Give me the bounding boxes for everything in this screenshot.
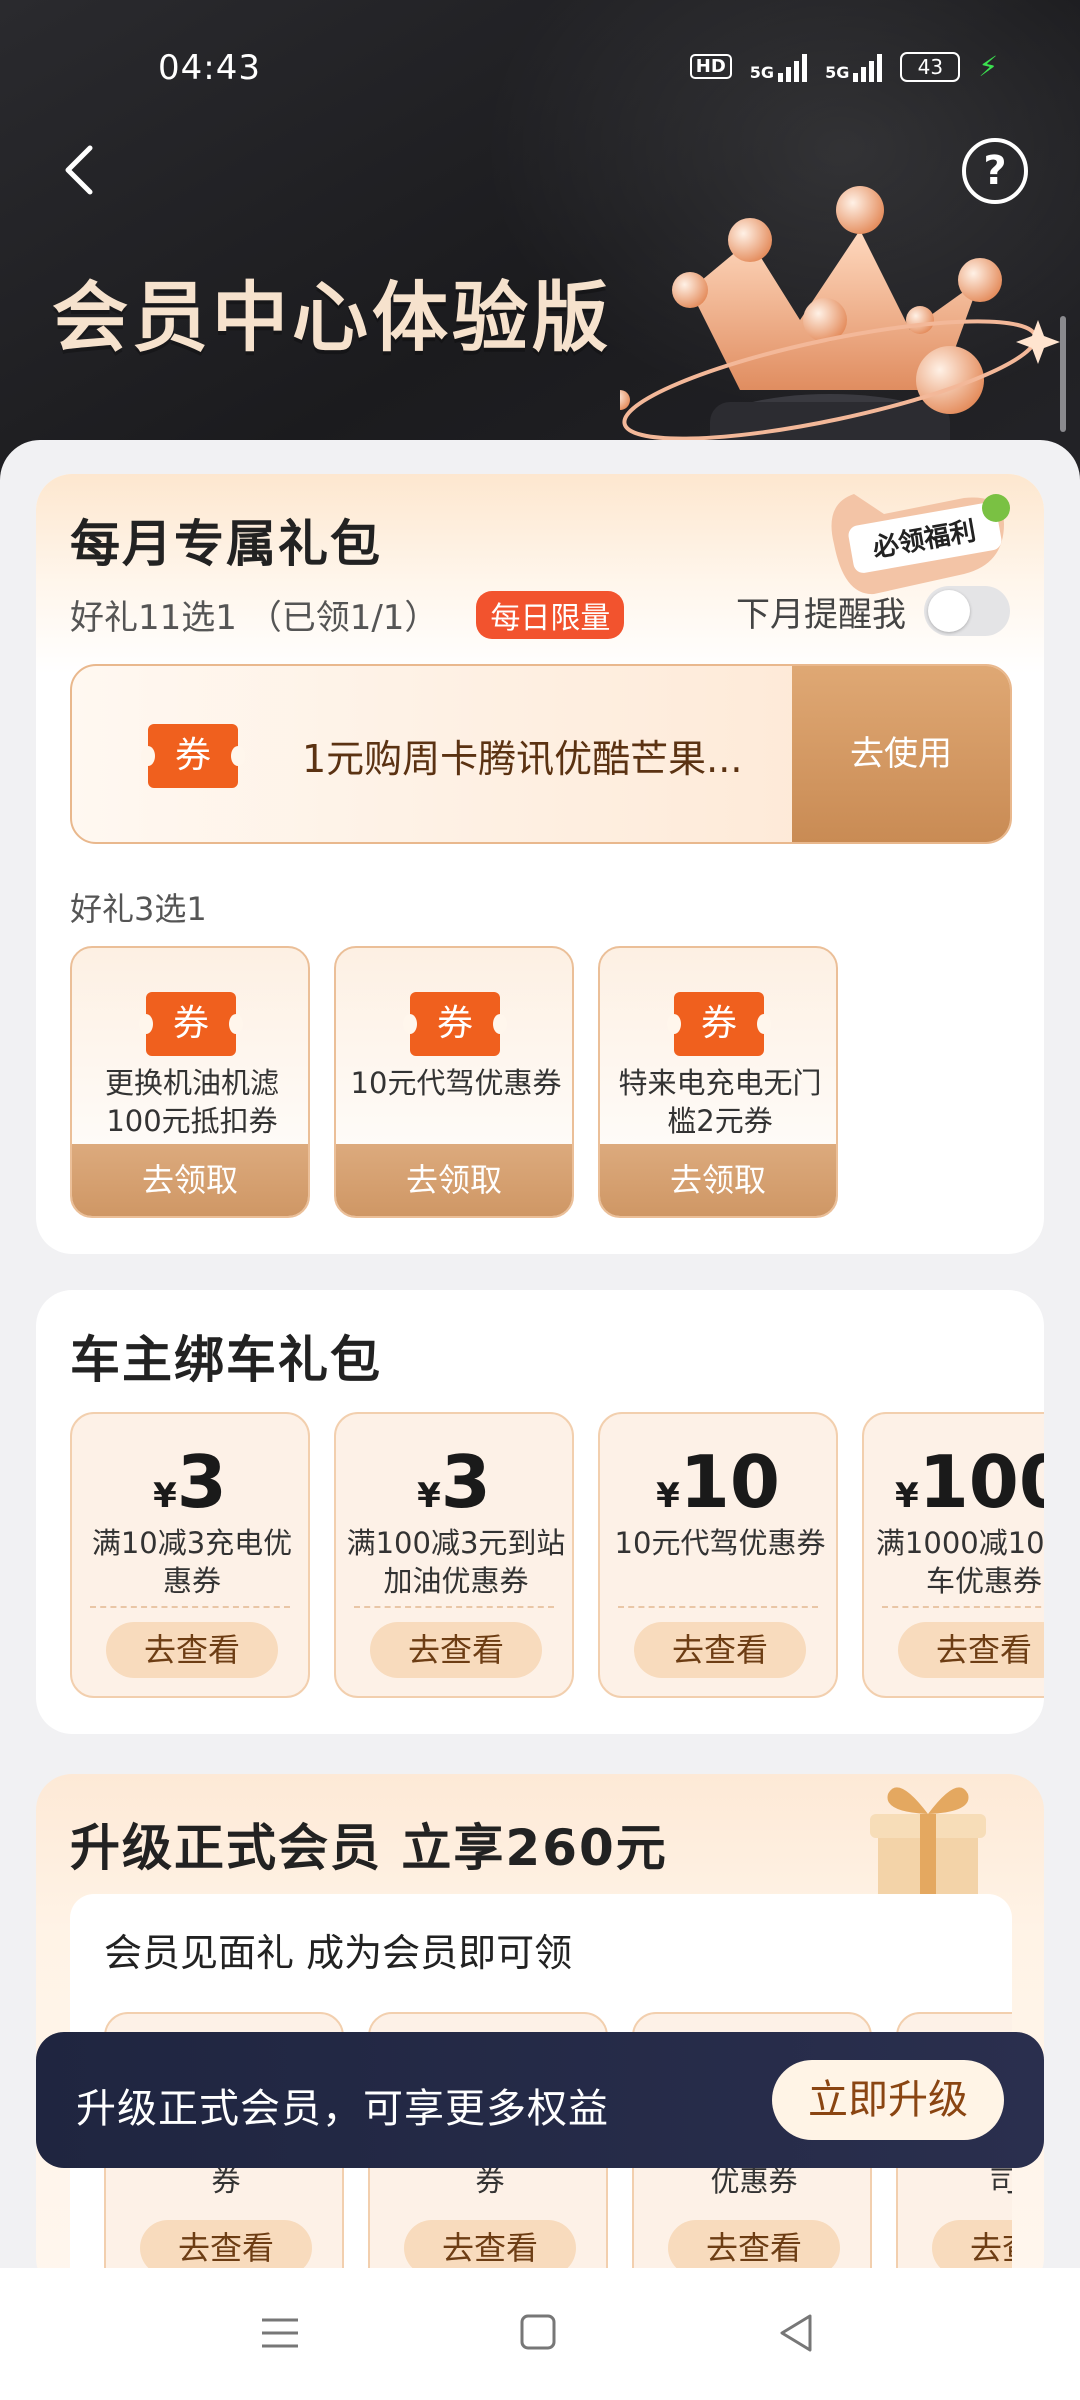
car-coupon-text: 满1000减100租车优惠券 bbox=[875, 1526, 1044, 1598]
signal-icon-2: 5G bbox=[825, 52, 883, 82]
car-coupon: ¥10 10元代驾优惠券 去查看 bbox=[598, 1412, 838, 1698]
gift-option: 券 10元代驾优惠券 去领取 bbox=[334, 946, 574, 1218]
car-coupon-text: 10元代驾优惠券 bbox=[614, 1526, 826, 1560]
coupon-amount: 3 bbox=[176, 1440, 227, 1524]
use-coupon-button[interactable]: 去使用 bbox=[792, 666, 1010, 842]
status-time: 04:43 bbox=[158, 48, 261, 88]
coupon-amount: 100 bbox=[918, 1440, 1044, 1524]
gift-option: 券 更换机油机滤100元抵扣券 去领取 bbox=[70, 946, 310, 1218]
coupon-icon: 券 bbox=[667, 992, 771, 1056]
claim-button[interactable]: 去领取 bbox=[72, 1144, 308, 1216]
car-coupon: ¥3 满100减3元到站加油优惠券 去查看 bbox=[334, 1412, 574, 1698]
monthly-gift-title: 每月专属礼包 bbox=[70, 515, 382, 573]
coupon-icon: 券 bbox=[141, 724, 245, 788]
scrollbar[interactable] bbox=[1060, 316, 1066, 432]
choose-one-label: 好礼3选1 bbox=[70, 890, 207, 928]
header-banner: 04:43 HD 5G 5G 43 ⚡ ? 会员中心体验版 bbox=[0, 0, 1080, 480]
chevron-left-icon bbox=[65, 145, 93, 195]
gift-subtitle: 好礼11选1 （已领1/1） bbox=[70, 598, 439, 638]
page-title: 会员中心体验版 bbox=[52, 273, 612, 362]
home-square-icon bbox=[520, 2314, 556, 2350]
gift-option-text: 更换机油机滤100元抵扣券 bbox=[104, 1066, 279, 1138]
home-nav-button[interactable] bbox=[508, 2308, 568, 2358]
upgrade-now-button[interactable]: 立即升级 bbox=[772, 2060, 1004, 2140]
currency-symbol: ¥ bbox=[153, 1476, 177, 1516]
gift-option-text: 特来电充电无门槛2元券 bbox=[618, 1066, 822, 1138]
upgrade-title: 升级正式会员 立享260元 bbox=[70, 1819, 668, 1877]
gift-box-icon bbox=[870, 1787, 986, 1904]
menu-nav-button[interactable] bbox=[250, 2308, 310, 2358]
back-button[interactable] bbox=[56, 140, 106, 200]
next-month-remind: 下月提醒我 bbox=[736, 586, 1010, 636]
view-button[interactable]: 去查看 bbox=[106, 1622, 278, 1678]
gift-option: 券 特来电充电无门槛2元券 去领取 bbox=[598, 946, 838, 1218]
charging-icon: ⚡ bbox=[978, 50, 998, 83]
claimed-coupon: 券 1元购周卡腾讯优酷芒果... 去使用 bbox=[70, 664, 1012, 844]
car-coupon-text: 满10减3充电优惠券 bbox=[91, 1526, 293, 1598]
upgrade-banner: 升级正式会员，可享更多权益 立即升级 bbox=[36, 2032, 1044, 2168]
currency-symbol: ¥ bbox=[417, 1476, 441, 1516]
car-gift-title: 车主绑车礼包 bbox=[70, 1331, 382, 1389]
back-nav-button[interactable] bbox=[766, 2308, 826, 2358]
coupon-amount: 3 bbox=[440, 1440, 491, 1524]
currency-symbol: ¥ bbox=[656, 1476, 680, 1516]
coupon-amount: 10 bbox=[679, 1440, 780, 1524]
car-coupon: ¥100 满1000减100租车优惠券 去查看 bbox=[862, 1412, 1044, 1698]
view-button[interactable]: 去查看 bbox=[370, 1622, 542, 1678]
gift-subtitle-row: 好礼11选1 （已领1/1） 每日限量 bbox=[70, 590, 625, 639]
signal-icon: 5G bbox=[750, 52, 808, 82]
car-coupon: ¥3 满10减3充电优惠券 去查看 bbox=[70, 1412, 310, 1698]
upgrade-banner-text: 升级正式会员，可享更多权益 bbox=[76, 2086, 609, 2132]
back-triangle-icon bbox=[780, 2314, 812, 2352]
menu-icon bbox=[262, 2318, 298, 2348]
welcome-gift-title: 会员见面礼 成为会员即可领 bbox=[104, 1931, 573, 1975]
coupon-icon: 券 bbox=[139, 992, 243, 1056]
battery-icon: 43 bbox=[900, 51, 961, 82]
view-button[interactable]: 去查看 bbox=[898, 1622, 1044, 1678]
system-nav-bar bbox=[0, 2268, 1080, 2400]
claim-button[interactable]: 去领取 bbox=[336, 1144, 572, 1216]
coupon-icon: 券 bbox=[403, 992, 507, 1056]
claim-button[interactable]: 去领取 bbox=[600, 1144, 836, 1216]
crown-icon bbox=[620, 186, 1060, 462]
hd-icon: HD bbox=[689, 54, 732, 79]
claimed-coupon-desc: 1元购周卡腾讯优酷芒果... bbox=[302, 737, 743, 781]
remind-label: 下月提醒我 bbox=[736, 594, 906, 635]
car-coupon-text: 满100减3元到站加油优惠券 bbox=[346, 1526, 566, 1598]
status-icons: HD 5G 5G 43 ⚡ bbox=[689, 50, 998, 83]
view-button[interactable]: 去查看 bbox=[634, 1622, 806, 1678]
monthly-gift-card: 每月专属礼包 必领福利 好礼11选1 （已领1/1） 每日限量 下月提醒我 券 … bbox=[36, 474, 1044, 1254]
car-owner-gift-card: 车主绑车礼包 ¥3 满10减3充电优惠券 去查看 ¥3 满100减3元到站加油优… bbox=[36, 1290, 1044, 1734]
status-bar: 04:43 HD 5G 5G 43 ⚡ bbox=[0, 38, 1080, 98]
currency-symbol: ¥ bbox=[895, 1476, 919, 1516]
remind-toggle[interactable] bbox=[924, 586, 1010, 636]
daily-limit-badge: 每日限量 bbox=[476, 590, 625, 639]
gift-option-text: 10元代驾优惠券 bbox=[350, 1066, 562, 1100]
